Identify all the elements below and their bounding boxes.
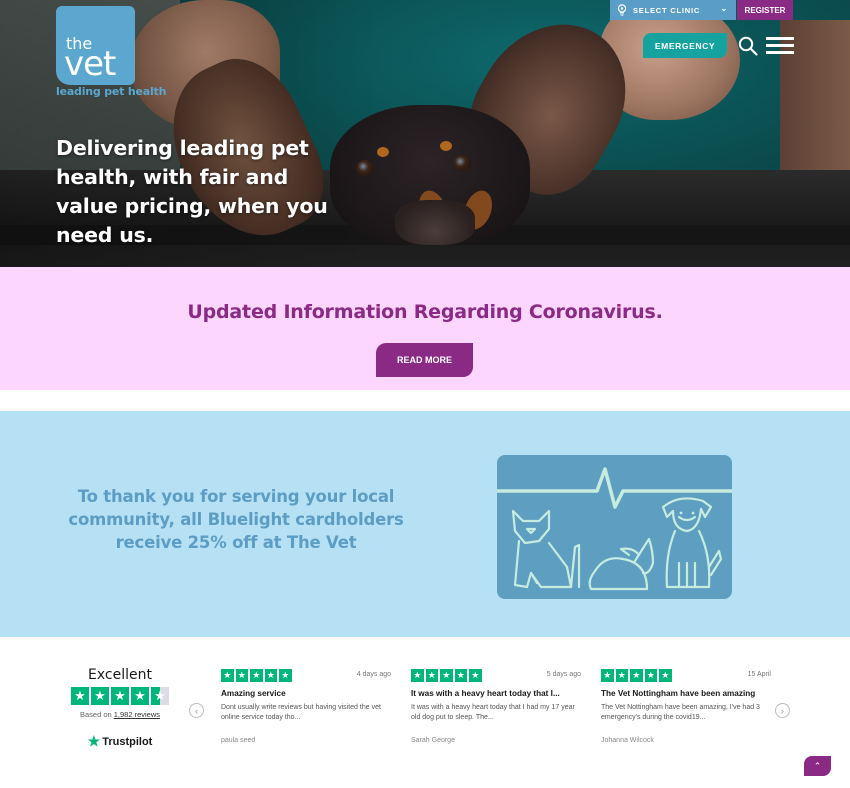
review-stars: ★ ★ ★ ★ ★ bbox=[601, 669, 771, 682]
based-on-text: Based on bbox=[79, 710, 114, 719]
trustpilot-rating-label: Excellent bbox=[88, 667, 152, 683]
chevron-left-icon: ‹ bbox=[195, 705, 198, 716]
location-pin-icon bbox=[617, 4, 627, 16]
coronavirus-banner: Updated Information Regarding Coronaviru… bbox=[0, 267, 850, 390]
bluelight-offer-text: To thank you for serving your local comm… bbox=[68, 487, 404, 552]
read-more-button[interactable]: READ MORE bbox=[376, 343, 473, 377]
star-icon: ★ bbox=[131, 687, 149, 705]
star-icon: ★ bbox=[235, 669, 248, 682]
star-icon: ★ bbox=[440, 669, 453, 682]
star-icon: ★ bbox=[630, 669, 643, 682]
review-body: It was with a heavy heart today that I h… bbox=[411, 703, 575, 721]
star-icon: ★ bbox=[469, 669, 482, 682]
back-to-top-button[interactable]: ⌃ bbox=[804, 756, 831, 776]
chevron-right-icon: › bbox=[781, 705, 784, 716]
emergency-button[interactable]: EMERGENCY bbox=[643, 33, 727, 58]
star-icon: ★ bbox=[264, 669, 277, 682]
review-author: paula seed bbox=[221, 736, 256, 744]
review-card[interactable]: ★ ★ ★ ★ ★ 4 days ago Amazing service Dont us… bbox=[221, 669, 391, 744]
star-icon: ★ bbox=[425, 669, 438, 682]
star-icon: ★ bbox=[279, 669, 292, 682]
pets-illustration-icon bbox=[497, 455, 732, 599]
star-icon: ★ bbox=[111, 687, 129, 705]
bluelight-offer-section: To thank you for serving your local comm… bbox=[0, 411, 850, 637]
trustpilot-brand: Trustpilot bbox=[102, 735, 153, 748]
hero-headline: Delivering leading pet health, with fair… bbox=[56, 136, 328, 247]
chevron-up-icon: ⌃ bbox=[813, 760, 822, 771]
trustpilot-summary: Excellent ★ ★ ★ ★ ★ Based on 1,982 revie… bbox=[60, 667, 180, 750]
review-date: 15 April bbox=[747, 671, 771, 678]
search-icon[interactable] bbox=[738, 36, 758, 56]
review-title: It was with a heavy heart today that I..… bbox=[411, 688, 560, 698]
star-icon: ★ bbox=[644, 669, 657, 682]
star-icon: ★ bbox=[221, 669, 234, 682]
select-clinic-label: SELECT CLINIC bbox=[633, 5, 701, 15]
review-date: 5 days ago bbox=[546, 671, 581, 678]
chevron-down-icon: ⌄ bbox=[720, 4, 728, 13]
star-icon: ★ bbox=[91, 687, 109, 705]
the-vet-logo[interactable]: the vet bbox=[56, 6, 135, 85]
carousel-prev-button[interactable]: ‹ bbox=[189, 703, 204, 718]
review-card[interactable]: ★ ★ ★ ★ ★ 5 days ago It was with a heavy hea… bbox=[411, 669, 581, 744]
trustpilot-logo[interactable]: ★ Trustpilot bbox=[60, 733, 180, 750]
trustpilot-widget: Excellent ★ ★ ★ ★ ★ Based on 1,982 revie… bbox=[0, 637, 850, 788]
review-title: Amazing service bbox=[221, 688, 286, 698]
review-date: 4 days ago bbox=[356, 671, 391, 678]
review-card[interactable]: ★ ★ ★ ★ ★ 15 April The Vet Nottingham have b… bbox=[601, 669, 771, 744]
review-author: Johanna Wilcock bbox=[601, 736, 654, 744]
logo-text-vet: vet bbox=[64, 44, 116, 84]
review-body: The Vet Nottingham have been amazing, I'… bbox=[601, 703, 760, 721]
star-icon: ★ bbox=[659, 669, 672, 682]
logo-tagline: leading pet health bbox=[56, 85, 167, 98]
star-icon: ★ bbox=[411, 669, 424, 682]
star-icon: ★ bbox=[250, 669, 263, 682]
review-body: Dont usually write reviews but having vi… bbox=[221, 703, 381, 721]
register-button[interactable]: REGISTER bbox=[737, 0, 793, 20]
star-icon: ★ bbox=[454, 669, 467, 682]
star-icon: ★ bbox=[71, 687, 89, 705]
review-author: Sarah George bbox=[411, 736, 455, 744]
reviews-count-link[interactable]: 1,982 reviews bbox=[114, 710, 160, 719]
half-star-icon: ★ bbox=[151, 687, 169, 705]
hero-banner: the vet leading pet health SELECT CLINIC… bbox=[0, 0, 850, 267]
coronavirus-title: Updated Information Regarding Coronaviru… bbox=[187, 301, 663, 323]
star-icon: ★ bbox=[601, 669, 614, 682]
review-title: The Vet Nottingham have been amazing bbox=[601, 688, 756, 698]
star-icon: ★ bbox=[615, 669, 628, 682]
trustpilot-rating-stars: ★ ★ ★ ★ ★ bbox=[60, 687, 180, 705]
trustpilot-star-icon: ★ bbox=[87, 733, 101, 749]
hamburger-menu-icon[interactable] bbox=[766, 37, 794, 54]
carousel-next-button[interactable]: › bbox=[775, 703, 790, 718]
select-clinic-dropdown[interactable]: SELECT CLINIC ⌄ bbox=[610, 0, 736, 20]
trustpilot-review-count: Based on 1,982 reviews bbox=[60, 710, 180, 719]
